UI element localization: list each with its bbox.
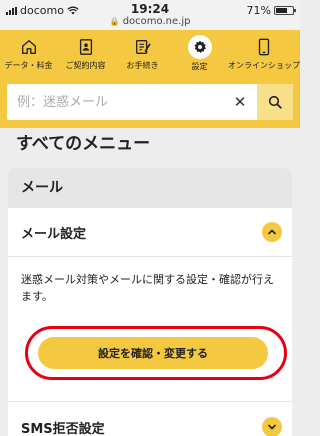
search-button[interactable] (257, 84, 293, 120)
house-icon (20, 38, 38, 58)
mail-settings-row[interactable]: メール設定 (8, 208, 292, 257)
smartphone-icon (255, 38, 273, 58)
row-label: SMS拒否設定 (21, 421, 105, 436)
nav-item-settings[interactable]: 設定 (171, 30, 228, 78)
search-icon (268, 95, 282, 109)
contract-icon (77, 38, 95, 58)
nav-item-data-fee[interactable]: データ・料金 (0, 30, 57, 78)
nav-label: 設定 (191, 61, 208, 71)
top-nav: データ・料金 ご契約内容 お手続き 設定 オンラインショップ (0, 30, 300, 78)
battery-icon (274, 6, 296, 15)
pen-doc-icon (134, 38, 152, 58)
page-title: すべてのメニュー (16, 134, 151, 154)
search-box: ✕ (7, 84, 293, 120)
battery-indicator: 71% (246, 4, 296, 17)
lock-icon: 🔒 (109, 17, 120, 26)
nav-item-contract[interactable]: ご契約内容 (57, 30, 114, 78)
mail-settings-panel: 迷惑メール対策やメールに関する設定・確認が行えます。 設定を確認・変更する (8, 257, 292, 402)
nav-label: ご契約内容 (65, 60, 106, 70)
nav-label: データ・料金 (4, 60, 53, 70)
url-text: docomo.ne.jp (122, 16, 191, 27)
section-header: メール (8, 168, 292, 208)
sms-reject-settings-row[interactable]: SMS拒否設定 (8, 402, 292, 436)
gear-icon (187, 34, 212, 59)
status-bar: docomo 19:24 🔒 docomo.ne.jp 71% (0, 0, 300, 30)
search-input[interactable] (7, 94, 223, 110)
panel-description: 迷惑メール対策やメールに関する設定・確認が行えます。 (21, 273, 274, 303)
row-label: メール設定 (21, 226, 87, 242)
nav-label: お手続き (126, 60, 159, 70)
nav-item-online-shop[interactable]: オンラインショップ (228, 30, 300, 78)
confirm-change-settings-button[interactable]: 設定を確認・変更する (38, 337, 268, 369)
address-bar[interactable]: 🔒 docomo.ne.jp (0, 16, 300, 27)
close-icon[interactable]: ✕ (223, 84, 257, 120)
nav-item-procedures[interactable]: お手続き (114, 30, 171, 78)
chevron-down-icon[interactable] (262, 417, 282, 436)
nav-label: オンラインショップ (228, 60, 300, 70)
search-bar: ✕ (0, 78, 300, 128)
mail-section: メール メール設定 迷惑メール対策やメールに関する設定・確認が行えます。 設定を… (8, 168, 292, 436)
battery-percent: 71% (246, 4, 271, 17)
chevron-up-icon[interactable] (262, 222, 282, 242)
